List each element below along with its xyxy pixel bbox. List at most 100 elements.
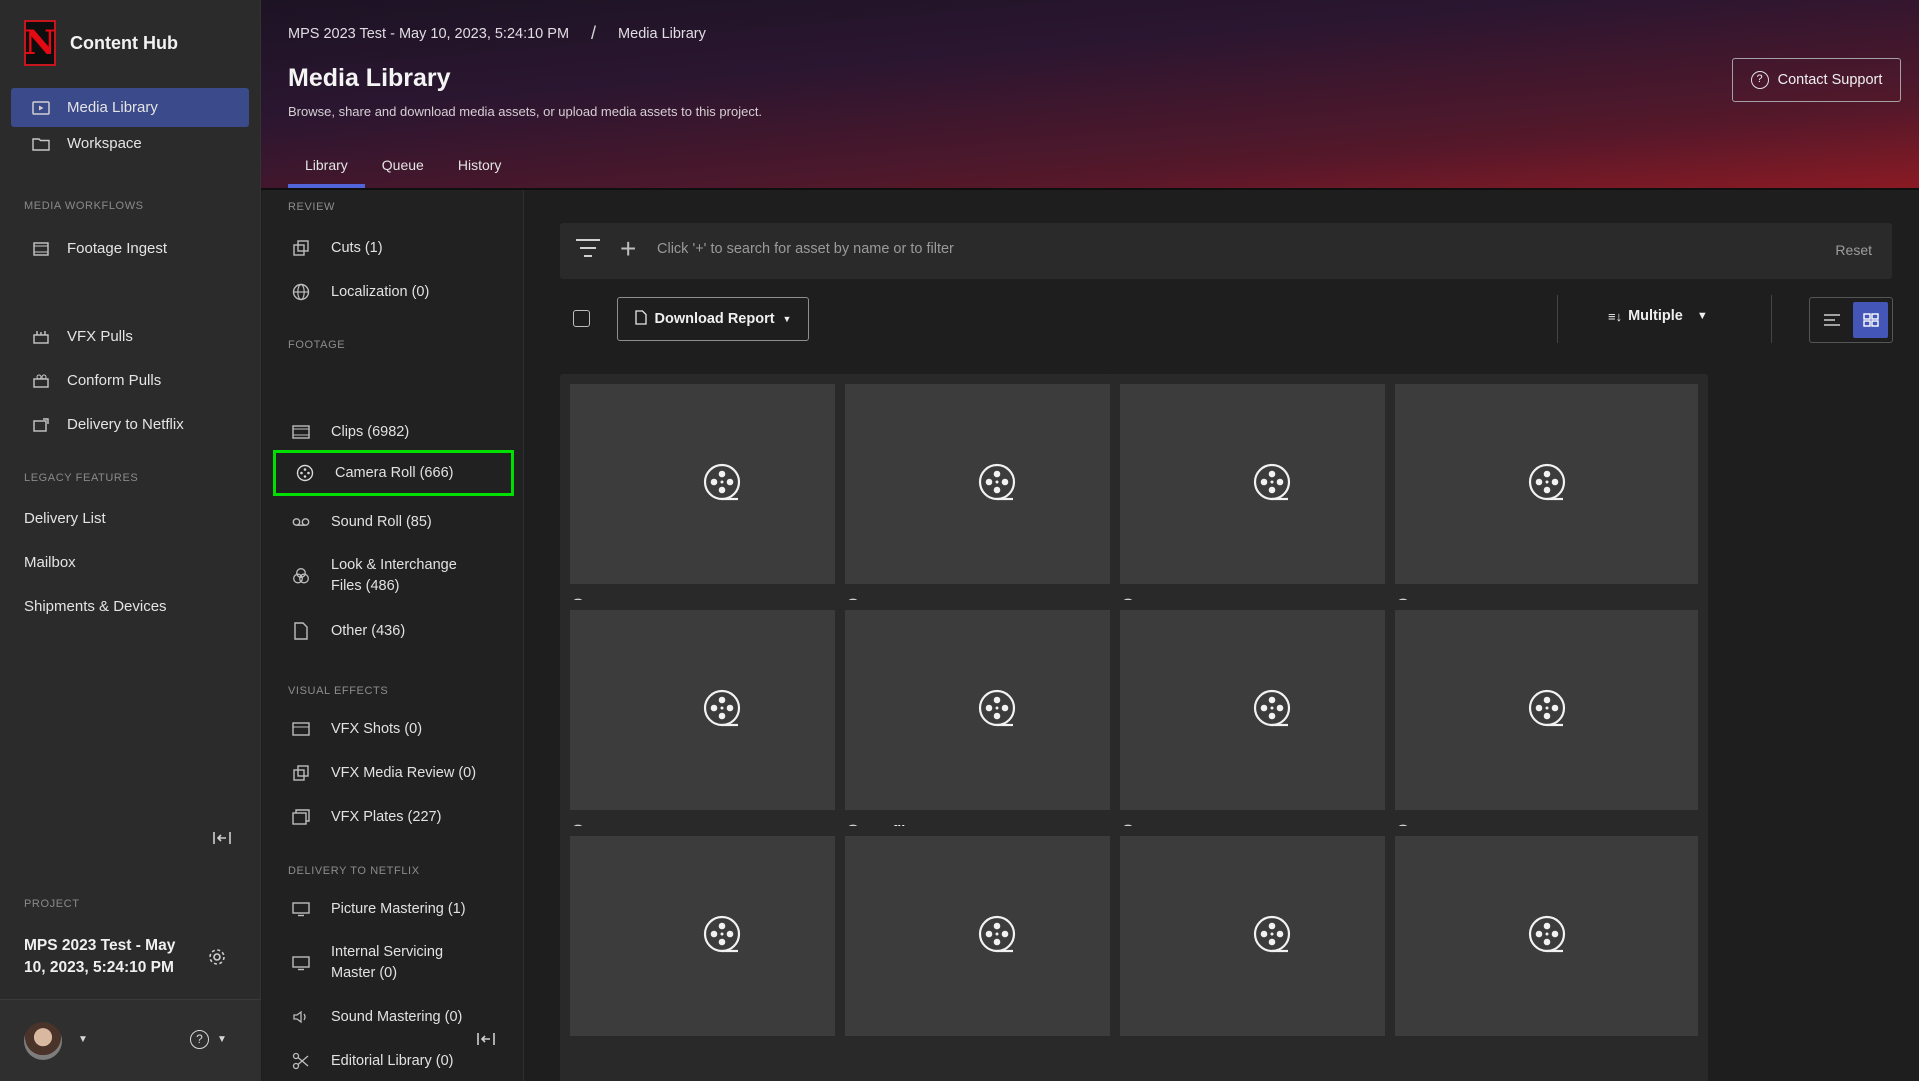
folder-icon xyxy=(31,136,51,152)
reset-button[interactable]: Reset xyxy=(1835,242,1872,258)
asset-thumbnail[interactable] xyxy=(570,836,873,1036)
category-cuts[interactable]: Cuts (1) xyxy=(272,236,514,260)
category-other[interactable]: Other (436) xyxy=(272,619,514,643)
category-panel: REVIEW Cuts (1) Localization (0) FOOTAGE… xyxy=(262,190,524,1081)
film-reel-icon xyxy=(1527,688,1567,733)
vfx-shot-icon xyxy=(292,720,310,738)
asset-thumbnail[interactable] xyxy=(1395,836,1698,1036)
caret-down-icon: ▼ xyxy=(782,314,792,324)
category-sound-mastering[interactable]: Sound Mastering (0) xyxy=(272,1005,514,1029)
collapse-icon[interactable] xyxy=(476,1032,496,1049)
download-report-button[interactable]: Download Report ▼ xyxy=(617,297,809,341)
asset-thumbnail[interactable] xyxy=(570,384,873,584)
tab-library[interactable]: Library xyxy=(288,152,365,188)
category-section-delivery: DELIVERY TO NETFLIX xyxy=(288,865,420,877)
nav-delivery-list[interactable]: Delivery List xyxy=(24,510,106,527)
category-picture-mastering[interactable]: Picture Mastering (1) xyxy=(272,897,514,921)
tape-icon xyxy=(292,513,310,531)
category-label: VFX Plates (227) xyxy=(331,809,442,825)
globe-icon xyxy=(292,283,310,301)
nav-conform-pulls[interactable]: Conform Pulls xyxy=(11,361,249,400)
brand[interactable]: N Content Hub xyxy=(24,20,178,66)
category-label: Clips (6982) xyxy=(331,424,410,440)
category-label: Camera Roll (666) xyxy=(335,465,454,481)
nav-mailbox[interactable]: Mailbox xyxy=(24,554,76,571)
film-reel-icon xyxy=(1527,462,1567,507)
category-camera-roll[interactable]: Camera Roll (666) xyxy=(273,450,514,496)
asset-thumbnail[interactable] xyxy=(1395,610,1698,810)
delivery-icon xyxy=(31,417,51,433)
tab-history[interactable]: History xyxy=(441,152,519,188)
category-label: Sound Mastering (0) xyxy=(331,1009,463,1025)
breadcrumb-project[interactable]: MPS 2023 Test - May 10, 2023, 5:24:10 PM xyxy=(288,26,569,42)
asset-card[interactable]: S071C024_210930_FNIYv2 xyxy=(1385,600,1708,863)
film-reel-icon xyxy=(702,462,742,507)
asset-thumbnail[interactable] xyxy=(1120,384,1423,584)
gear-icon[interactable] xyxy=(207,947,227,972)
category-section-vfx: VISUAL EFFECTS xyxy=(288,685,389,697)
category-label: Look & Interchange Files (486) xyxy=(331,557,457,594)
search-input[interactable] xyxy=(657,241,1557,257)
asset-thumbnail[interactable] xyxy=(845,384,1148,584)
category-editorial-library[interactable]: Editorial Library (0) xyxy=(272,1049,514,1073)
asset-thumbnail[interactable] xyxy=(1120,836,1423,1036)
nav-shipments-devices[interactable]: Shipments & Devices xyxy=(24,598,167,615)
chevron-down-icon[interactable]: ▼ xyxy=(217,1034,227,1045)
nav-media-library[interactable]: Media Library xyxy=(11,88,249,127)
nav-footage-ingest[interactable]: Footage Ingest xyxy=(11,229,249,268)
chevron-down-icon[interactable]: ▼ xyxy=(78,1034,88,1045)
nav-label: Workspace xyxy=(67,135,142,152)
page-title: Media Library xyxy=(288,64,451,92)
category-sound-roll[interactable]: Sound Roll (85) xyxy=(272,510,514,534)
filter-icon[interactable] xyxy=(576,239,600,261)
asset-thumbnail[interactable] xyxy=(845,836,1148,1036)
left-nav: N Content Hub Media Library Workspace ME… xyxy=(0,0,261,1081)
category-label: VFX Media Review (0) xyxy=(331,765,477,781)
category-localization[interactable]: Localization (0) xyxy=(272,280,514,304)
search-bar: + Reset xyxy=(560,223,1892,279)
grid-view-icon[interactable] xyxy=(1853,302,1888,338)
view-toggle xyxy=(1809,297,1893,343)
asset-card[interactable]: A35v3 xyxy=(1385,374,1708,637)
user-avatar[interactable] xyxy=(24,1022,62,1060)
film-reel-icon xyxy=(296,464,314,482)
app-name: Content Hub xyxy=(70,32,178,53)
select-all-checkbox[interactable] xyxy=(573,310,590,327)
help-icon: ? xyxy=(1750,71,1769,89)
category-look-interchange[interactable]: Look & Interchange Files (486) xyxy=(272,554,514,598)
film-strip-icon xyxy=(292,423,310,441)
category-vfx-plates[interactable]: VFX Plates (227) xyxy=(272,805,514,829)
asset-thumbnail[interactable] xyxy=(570,610,873,810)
asset-card[interactable] xyxy=(1385,826,1708,1081)
tab-queue[interactable]: Queue xyxy=(365,152,441,188)
sort-dropdown[interactable]: ≡↓ Multiple ▼ xyxy=(1608,308,1708,324)
film-reel-icon xyxy=(1252,914,1292,959)
contact-support-button[interactable]: ? Contact Support xyxy=(1732,58,1901,102)
breadcrumb-current: Media Library xyxy=(618,25,706,42)
nav-label: Conform Pulls xyxy=(67,372,162,389)
monitor-icon xyxy=(292,954,310,972)
nav-workspace[interactable]: Workspace xyxy=(11,124,249,163)
app-root: N Content Hub Media Library Workspace ME… xyxy=(0,0,1919,1081)
film-reel-icon xyxy=(1252,688,1292,733)
download-report-label: Download Report xyxy=(654,311,775,327)
add-filter-icon[interactable]: + xyxy=(620,233,636,265)
cuts-icon xyxy=(292,764,310,782)
asset-thumbnail[interactable] xyxy=(1395,384,1698,584)
asset-thumbnail[interactable] xyxy=(845,610,1148,810)
help-icon[interactable]: ? xyxy=(190,1030,209,1049)
category-vfx-shots[interactable]: VFX Shots (0) xyxy=(272,717,514,741)
category-vfx-media-review[interactable]: VFX Media Review (0) xyxy=(272,761,514,785)
asset-thumbnail[interactable] xyxy=(1120,610,1423,810)
collapse-icon[interactable] xyxy=(212,831,232,848)
asset-area: + Reset Download Report ▼ ≡↓ Multiple ▼ … xyxy=(525,190,1919,1081)
category-clips[interactable]: Clips (6982) xyxy=(272,420,514,444)
nav-section-legacy: LEGACY FEATURES xyxy=(24,472,139,484)
film-reel-icon xyxy=(977,914,1017,959)
nav-delivery-to-netflix[interactable]: Delivery to Netflix xyxy=(11,405,249,444)
nav-label: VFX Pulls xyxy=(67,328,133,345)
project-heading: PROJECT xyxy=(24,898,80,910)
nav-vfx-pulls[interactable]: VFX Pulls xyxy=(11,317,249,356)
list-view-icon[interactable] xyxy=(1814,302,1849,338)
category-internal-servicing-master[interactable]: Internal Servicing Master (0) xyxy=(272,941,514,985)
